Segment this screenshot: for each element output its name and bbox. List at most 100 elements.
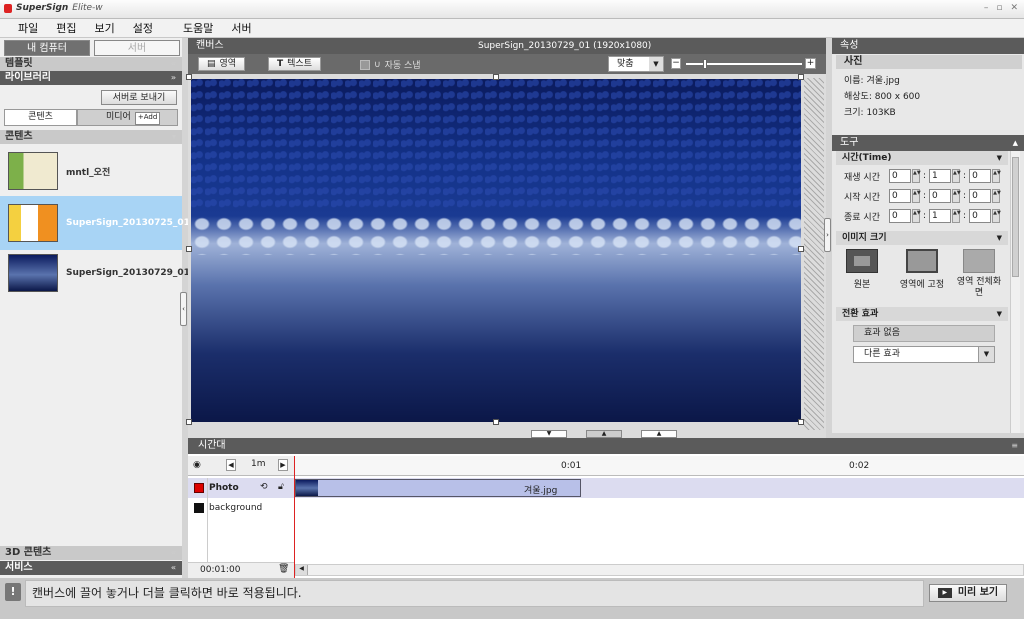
menu-server[interactable]: 서버 <box>213 20 251 36</box>
trash-icon[interactable]: 🗑︎ <box>278 564 289 574</box>
auto-snap-toggle[interactable]: ∪ 자동 스냅 <box>360 58 421 71</box>
play-sec-stepper[interactable]: 0 ▲▼ <box>969 169 1001 183</box>
fit-area-label: 영역에 고정 <box>899 280 945 290</box>
original-size-option[interactable]: 원본 <box>842 249 882 290</box>
send-to-server-button[interactable]: 서버로 보내기 <box>101 90 177 105</box>
preview-button[interactable]: ▶ 미리 보기 <box>929 584 1007 602</box>
service-header[interactable]: 서비스 « <box>0 561 182 575</box>
image-size-section[interactable]: 이미지 크기 ▼ <box>836 231 1008 245</box>
loop-icon[interactable]: ⟲ <box>260 482 268 492</box>
resize-handle[interactable] <box>186 246 192 252</box>
list-item[interactable]: SuperSign_20130729_01 <box>8 250 190 296</box>
play-min-stepper[interactable]: 1 ▲▼ <box>929 169 961 183</box>
menu-view[interactable]: 보기 <box>77 20 115 36</box>
menu-help[interactable]: 도움말 <box>153 20 213 36</box>
resize-handle[interactable] <box>798 74 804 80</box>
end-sec-stepper[interactable]: 0 ▲▼ <box>969 209 1001 223</box>
center-button[interactable]: ▲ <box>586 430 622 438</box>
close-icon[interactable]: ✕ <box>1010 3 1018 13</box>
no-effect-button[interactable]: 효과 없음 <box>853 325 995 342</box>
collapse-left-handle[interactable]: ‹ <box>180 292 187 326</box>
resize-handle[interactable] <box>493 419 499 425</box>
minimize-icon[interactable]: – <box>984 3 989 13</box>
properties-scrollbar[interactable] <box>1010 151 1020 433</box>
stepper-arrows-icon[interactable]: ▲▼ <box>952 169 961 183</box>
templates-header[interactable]: 템플릿 « <box>0 57 182 71</box>
stepper-arrows-icon[interactable]: ▲▼ <box>912 209 921 223</box>
layer-row-photo[interactable]: Photo ⟲ 🔓︎ 겨울.jpg <box>188 478 1024 498</box>
stepper-arrows-icon[interactable]: ▲▼ <box>952 209 961 223</box>
menu-file[interactable]: 파일 <box>0 20 38 36</box>
collapse-right-handle[interactable]: › <box>824 218 831 252</box>
zoom-slider-thumb[interactable] <box>703 59 707 69</box>
list-item[interactable]: SuperSign_20130725_01 <box>0 196 190 250</box>
stepper-value[interactable]: 0 <box>929 189 952 203</box>
transition-section[interactable]: 전환 효과 ▼ <box>836 307 1008 321</box>
stepper-arrows-icon[interactable]: ▲▼ <box>912 169 921 183</box>
menu-icon[interactable]: ≡ <box>1011 438 1018 454</box>
start-sec-stepper[interactable]: 0 ▲▼ <box>969 189 1001 203</box>
stepper-value[interactable]: 1 <box>929 169 952 183</box>
text-button[interactable]: T 텍스트 <box>268 57 321 71</box>
visibility-icon[interactable]: ◉ <box>193 460 201 470</box>
stepper-arrows-icon[interactable]: ▲▼ <box>992 189 1001 203</box>
start-hour-stepper[interactable]: 0 ▲▼ <box>889 189 921 203</box>
end-min-stepper[interactable]: 1 ▲▼ <box>929 209 961 223</box>
list-item[interactable]: mntl_오전 <box>8 148 178 194</box>
play-hour-stepper[interactable]: 0 ▲▼ <box>889 169 921 183</box>
stepper-value[interactable]: 0 <box>889 209 911 223</box>
restore-icon[interactable]: ▫ <box>996 3 1002 13</box>
stepper-value[interactable]: 0 <box>969 169 992 183</box>
zoom-select[interactable]: 맞춤 ▼ <box>608 56 664 72</box>
lock-icon[interactable]: 🔓︎ <box>278 482 284 492</box>
area-button[interactable]: ▤ 영역 <box>198 57 246 71</box>
resize-handle[interactable] <box>186 419 192 425</box>
end-hour-stepper[interactable]: 0 ▲▼ <box>889 209 921 223</box>
stepper-value[interactable]: 0 <box>889 169 911 183</box>
contents-header[interactable]: 콘텐츠 ▾ <box>0 130 182 144</box>
playhead[interactable] <box>294 456 295 578</box>
scroll-up-icon[interactable]: ▲ <box>1013 135 1018 151</box>
zoom-out-button[interactable]: − <box>671 58 681 69</box>
menu-edit[interactable]: 편집 <box>38 20 76 36</box>
scroll-down-button[interactable]: ▼ <box>531 430 567 438</box>
next-button[interactable]: ▶ <box>278 459 288 471</box>
resize-handle[interactable] <box>186 74 192 80</box>
resize-handle[interactable] <box>798 419 804 425</box>
stepper-arrows-icon[interactable]: ▲▼ <box>912 189 921 203</box>
time-ruler[interactable]: 0:01 0:02 <box>295 456 1024 476</box>
stepper-value[interactable]: 1 <box>929 209 952 223</box>
menu-settings[interactable]: 설정 <box>115 20 153 36</box>
stepper-value[interactable]: 0 <box>889 189 911 203</box>
more-effect-select[interactable]: 다른 효과 ▼ <box>853 346 995 363</box>
resize-handle[interactable] <box>493 74 499 80</box>
stepper-arrows-icon[interactable]: ▲▼ <box>992 169 1001 183</box>
media-clip[interactable]: 겨울.jpg <box>295 479 581 497</box>
layer-row-background[interactable]: background <box>188 498 294 518</box>
stepper-value[interactable]: 0 <box>969 209 992 223</box>
tab-contents[interactable]: 콘텐츠 <box>4 109 77 126</box>
timeline-controls: ◉ ◀ 1m ▶ <box>188 456 295 476</box>
library-header[interactable]: 라이브러리 » <box>0 71 182 85</box>
time-section[interactable]: 시간(Time) ▼ <box>836 151 1008 165</box>
timeline-scrollbar[interactable]: ◀ <box>295 564 1024 576</box>
tab-my-computer[interactable]: 내 컴퓨터 <box>4 40 90 56</box>
prev-button[interactable]: ◀ <box>226 459 236 471</box>
checkbox[interactable] <box>360 59 370 70</box>
stepper-arrows-icon[interactable]: ▲▼ <box>952 189 961 203</box>
canvas-image[interactable] <box>191 79 801 422</box>
add-button[interactable]: +Add <box>134 112 161 125</box>
contents-label: 콘텐츠 <box>5 131 33 142</box>
contents-3d-header[interactable]: 3D 콘텐츠 « <box>0 546 182 560</box>
fullscreen-option[interactable]: 영역 전체화면 <box>954 249 1004 299</box>
scroll-left-icon[interactable]: ◀ <box>296 565 308 575</box>
scroll-up-button[interactable]: ▲ <box>641 430 677 438</box>
start-min-stepper[interactable]: 0 ▲▼ <box>929 189 961 203</box>
stepper-value[interactable]: 0 <box>969 189 992 203</box>
fit-area-option[interactable]: 영역에 고정 <box>894 249 950 290</box>
tab-server[interactable]: 서버 <box>94 40 180 56</box>
stepper-arrows-icon[interactable]: ▲▼ <box>992 209 1001 223</box>
resize-handle[interactable] <box>798 246 804 252</box>
zoom-in-button[interactable]: + <box>805 58 816 69</box>
tab-media[interactable]: 미디어 +Add <box>77 109 178 126</box>
